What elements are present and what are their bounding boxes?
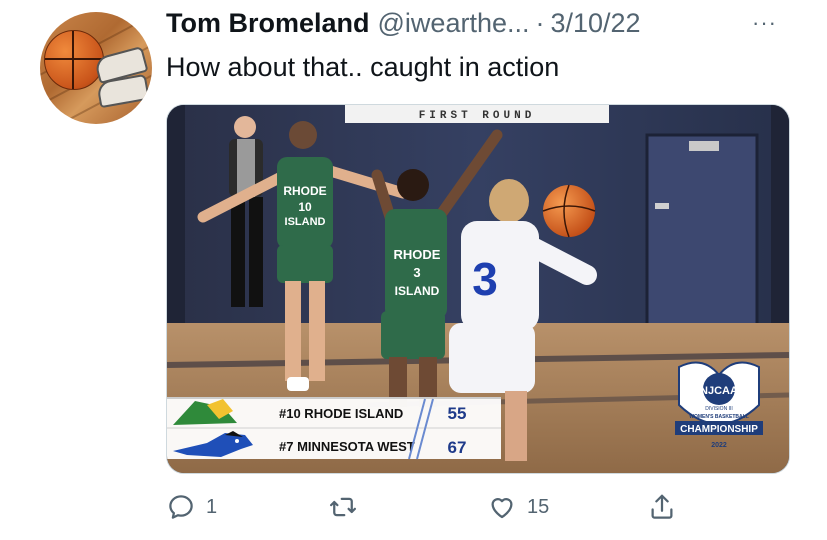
scoreboard: #10 RHODE ISLAND #7 MINNESOTA WEST 55 67 <box>167 397 501 460</box>
jersey-text: ISLAND <box>285 216 326 228</box>
jersey-text: RHODE <box>394 247 441 262</box>
retweet-icon <box>330 497 356 517</box>
logo-subtitle: WOMEN'S BASKETBALL <box>689 414 749 420</box>
jersey-number: 3 <box>413 265 420 280</box>
jersey-number: 3 <box>472 253 498 305</box>
team-label: #10 RHODE ISLAND <box>279 406 403 421</box>
retweet-button[interactable] <box>328 492 368 522</box>
reply-count: 1 <box>206 495 218 518</box>
reply-button[interactable]: 1 <box>166 492 217 522</box>
author-handle[interactable]: @iwearthe... <box>378 8 530 39</box>
round-banner: FIRST ROUND <box>345 105 609 123</box>
separator-dot: · <box>535 8 545 38</box>
reply-icon <box>169 495 193 519</box>
like-icon <box>491 498 513 519</box>
jersey-text: ISLAND <box>395 284 440 298</box>
basketball-icon <box>44 30 104 90</box>
author-name[interactable]: Tom Bromeland <box>166 8 370 39</box>
logo-year: 2022 <box>711 442 727 449</box>
tweet-text: How about that.. caught in action <box>166 52 560 82</box>
logo-division: DIVISION III <box>705 406 733 412</box>
avatar[interactable] <box>40 12 152 124</box>
team-score: 55 <box>448 404 467 423</box>
tweet-header: Tom Bromeland @iwearthe... · 3/10/22 <box>166 8 641 42</box>
like-button[interactable]: 15 <box>487 492 549 522</box>
logo-brand: NJCAA <box>700 385 738 397</box>
basketball <box>542 184 596 238</box>
team-score: 67 <box>448 438 467 457</box>
action-bar: 1 15 <box>0 492 827 526</box>
tweet-photo[interactable]: RHODE 10 ISLAND RHODE 3 ISLAND 3 NJCAA D… <box>166 104 790 474</box>
jersey-text: RHODE <box>283 184 326 198</box>
team-label: #7 MINNESOTA WEST <box>279 439 415 454</box>
jersey-number: 10 <box>298 200 312 214</box>
more-icon[interactable]: ··· <box>752 10 777 36</box>
round-banner-text: FIRST ROUND <box>419 110 536 122</box>
share-button[interactable] <box>647 492 677 522</box>
tweet-date[interactable]: 3/10/22 <box>550 8 640 39</box>
share-icon <box>651 494 673 519</box>
logo-title: CHAMPIONSHIP <box>680 424 758 435</box>
like-count: 15 <box>527 495 550 518</box>
